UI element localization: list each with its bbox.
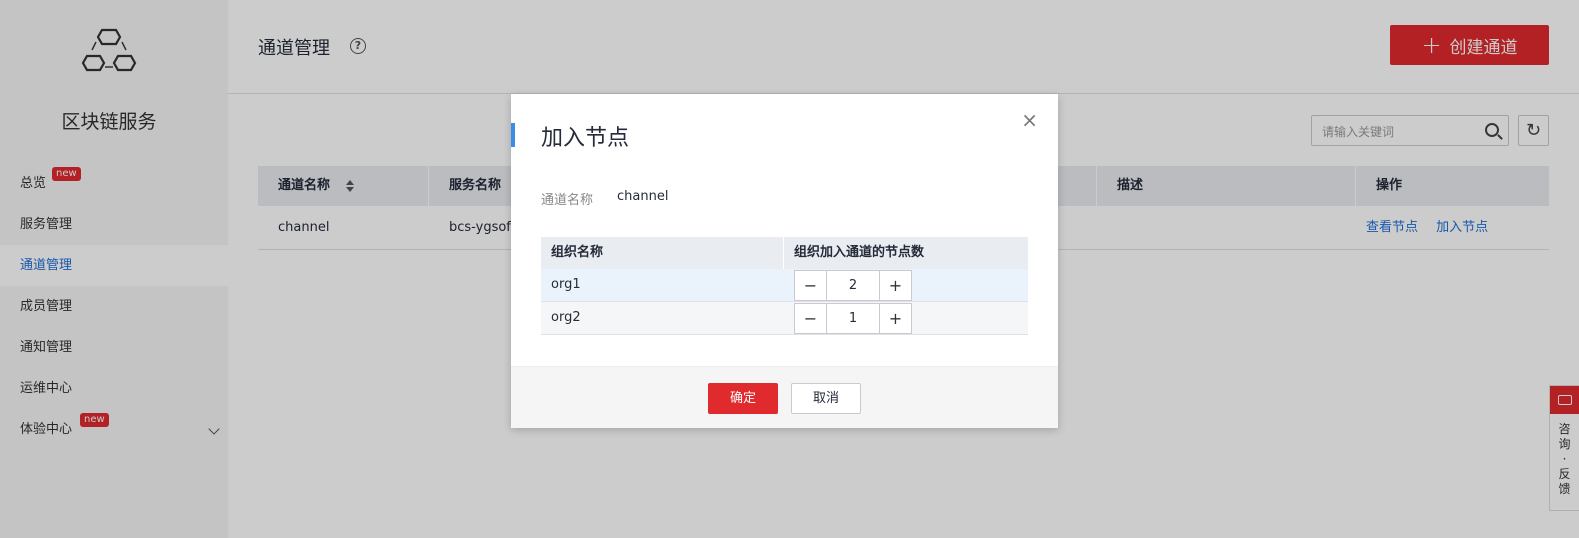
increment-button[interactable]: +: [879, 303, 912, 334]
dialog-title: 加入节点: [541, 126, 630, 151]
dialog-footer: 确定 取消: [511, 366, 1058, 428]
quantity-stepper: − 1 +: [794, 303, 912, 334]
confirm-button[interactable]: 确定: [708, 383, 778, 414]
channel-name-label: 通道名称: [541, 193, 594, 208]
org-table-header: 组织名称 组织加入通道的节点数: [541, 237, 1028, 269]
org-table: 组织名称 组织加入通道的节点数 org1 − 2 + org2 − 1 +: [541, 237, 1028, 335]
title-accent-bar: [511, 123, 515, 147]
increment-button[interactable]: +: [879, 270, 912, 301]
column-header-org-name: 组织名称: [541, 237, 784, 269]
quantity-input[interactable]: 2: [827, 270, 879, 301]
org-name: org1: [551, 277, 581, 292]
decrement-button[interactable]: −: [794, 270, 827, 301]
join-node-dialog: 加入节点 × 通道名称 channel 组织名称 组织加入通道的节点数 org1…: [511, 94, 1058, 428]
column-header-node-count: 组织加入通道的节点数: [794, 245, 925, 260]
quantity-stepper: − 2 +: [794, 270, 912, 301]
decrement-button[interactable]: −: [794, 303, 827, 334]
channel-name-value: channel: [617, 189, 669, 204]
table-row: org2 − 1 +: [541, 302, 1028, 335]
quantity-input[interactable]: 1: [827, 303, 879, 334]
close-icon[interactable]: ×: [1021, 108, 1038, 132]
cancel-button[interactable]: 取消: [791, 383, 861, 414]
org-name: org2: [551, 310, 581, 325]
table-row: org1 − 2 +: [541, 269, 1028, 302]
